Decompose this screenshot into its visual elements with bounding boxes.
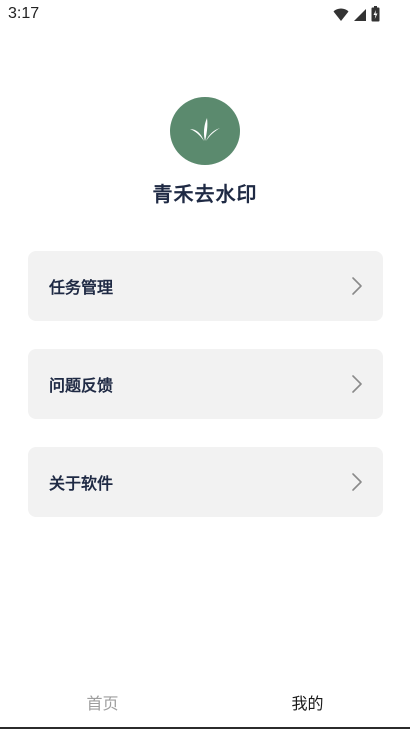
status-time: 3:17	[8, 5, 40, 22]
sprout-icon	[188, 115, 222, 147]
menu-item-label: 任务管理	[49, 278, 114, 297]
status-icons	[333, 6, 380, 26]
status-bar: 3:17	[0, 0, 410, 30]
chevron-right-icon	[351, 374, 363, 394]
chevron-right-icon	[351, 276, 363, 296]
menu-item-feedback[interactable]: 问题反馈	[28, 349, 383, 419]
wifi-icon	[333, 7, 349, 26]
menu-item-label: 问题反馈	[49, 376, 114, 395]
bottom-tab-bar: 首页 我的	[0, 672, 410, 729]
menu-item-label: 关于软件	[49, 474, 114, 493]
tab-mine[interactable]: 我的	[205, 690, 410, 714]
menu-item-about[interactable]: 关于软件	[28, 447, 383, 517]
tab-home[interactable]: 首页	[0, 690, 205, 714]
app-logo	[170, 97, 240, 165]
battery-icon	[371, 6, 380, 26]
app-name: 青禾去水印	[152, 182, 258, 206]
chevron-right-icon	[351, 472, 363, 492]
signal-icon	[353, 7, 367, 26]
menu-item-task-management[interactable]: 任务管理	[28, 251, 383, 321]
